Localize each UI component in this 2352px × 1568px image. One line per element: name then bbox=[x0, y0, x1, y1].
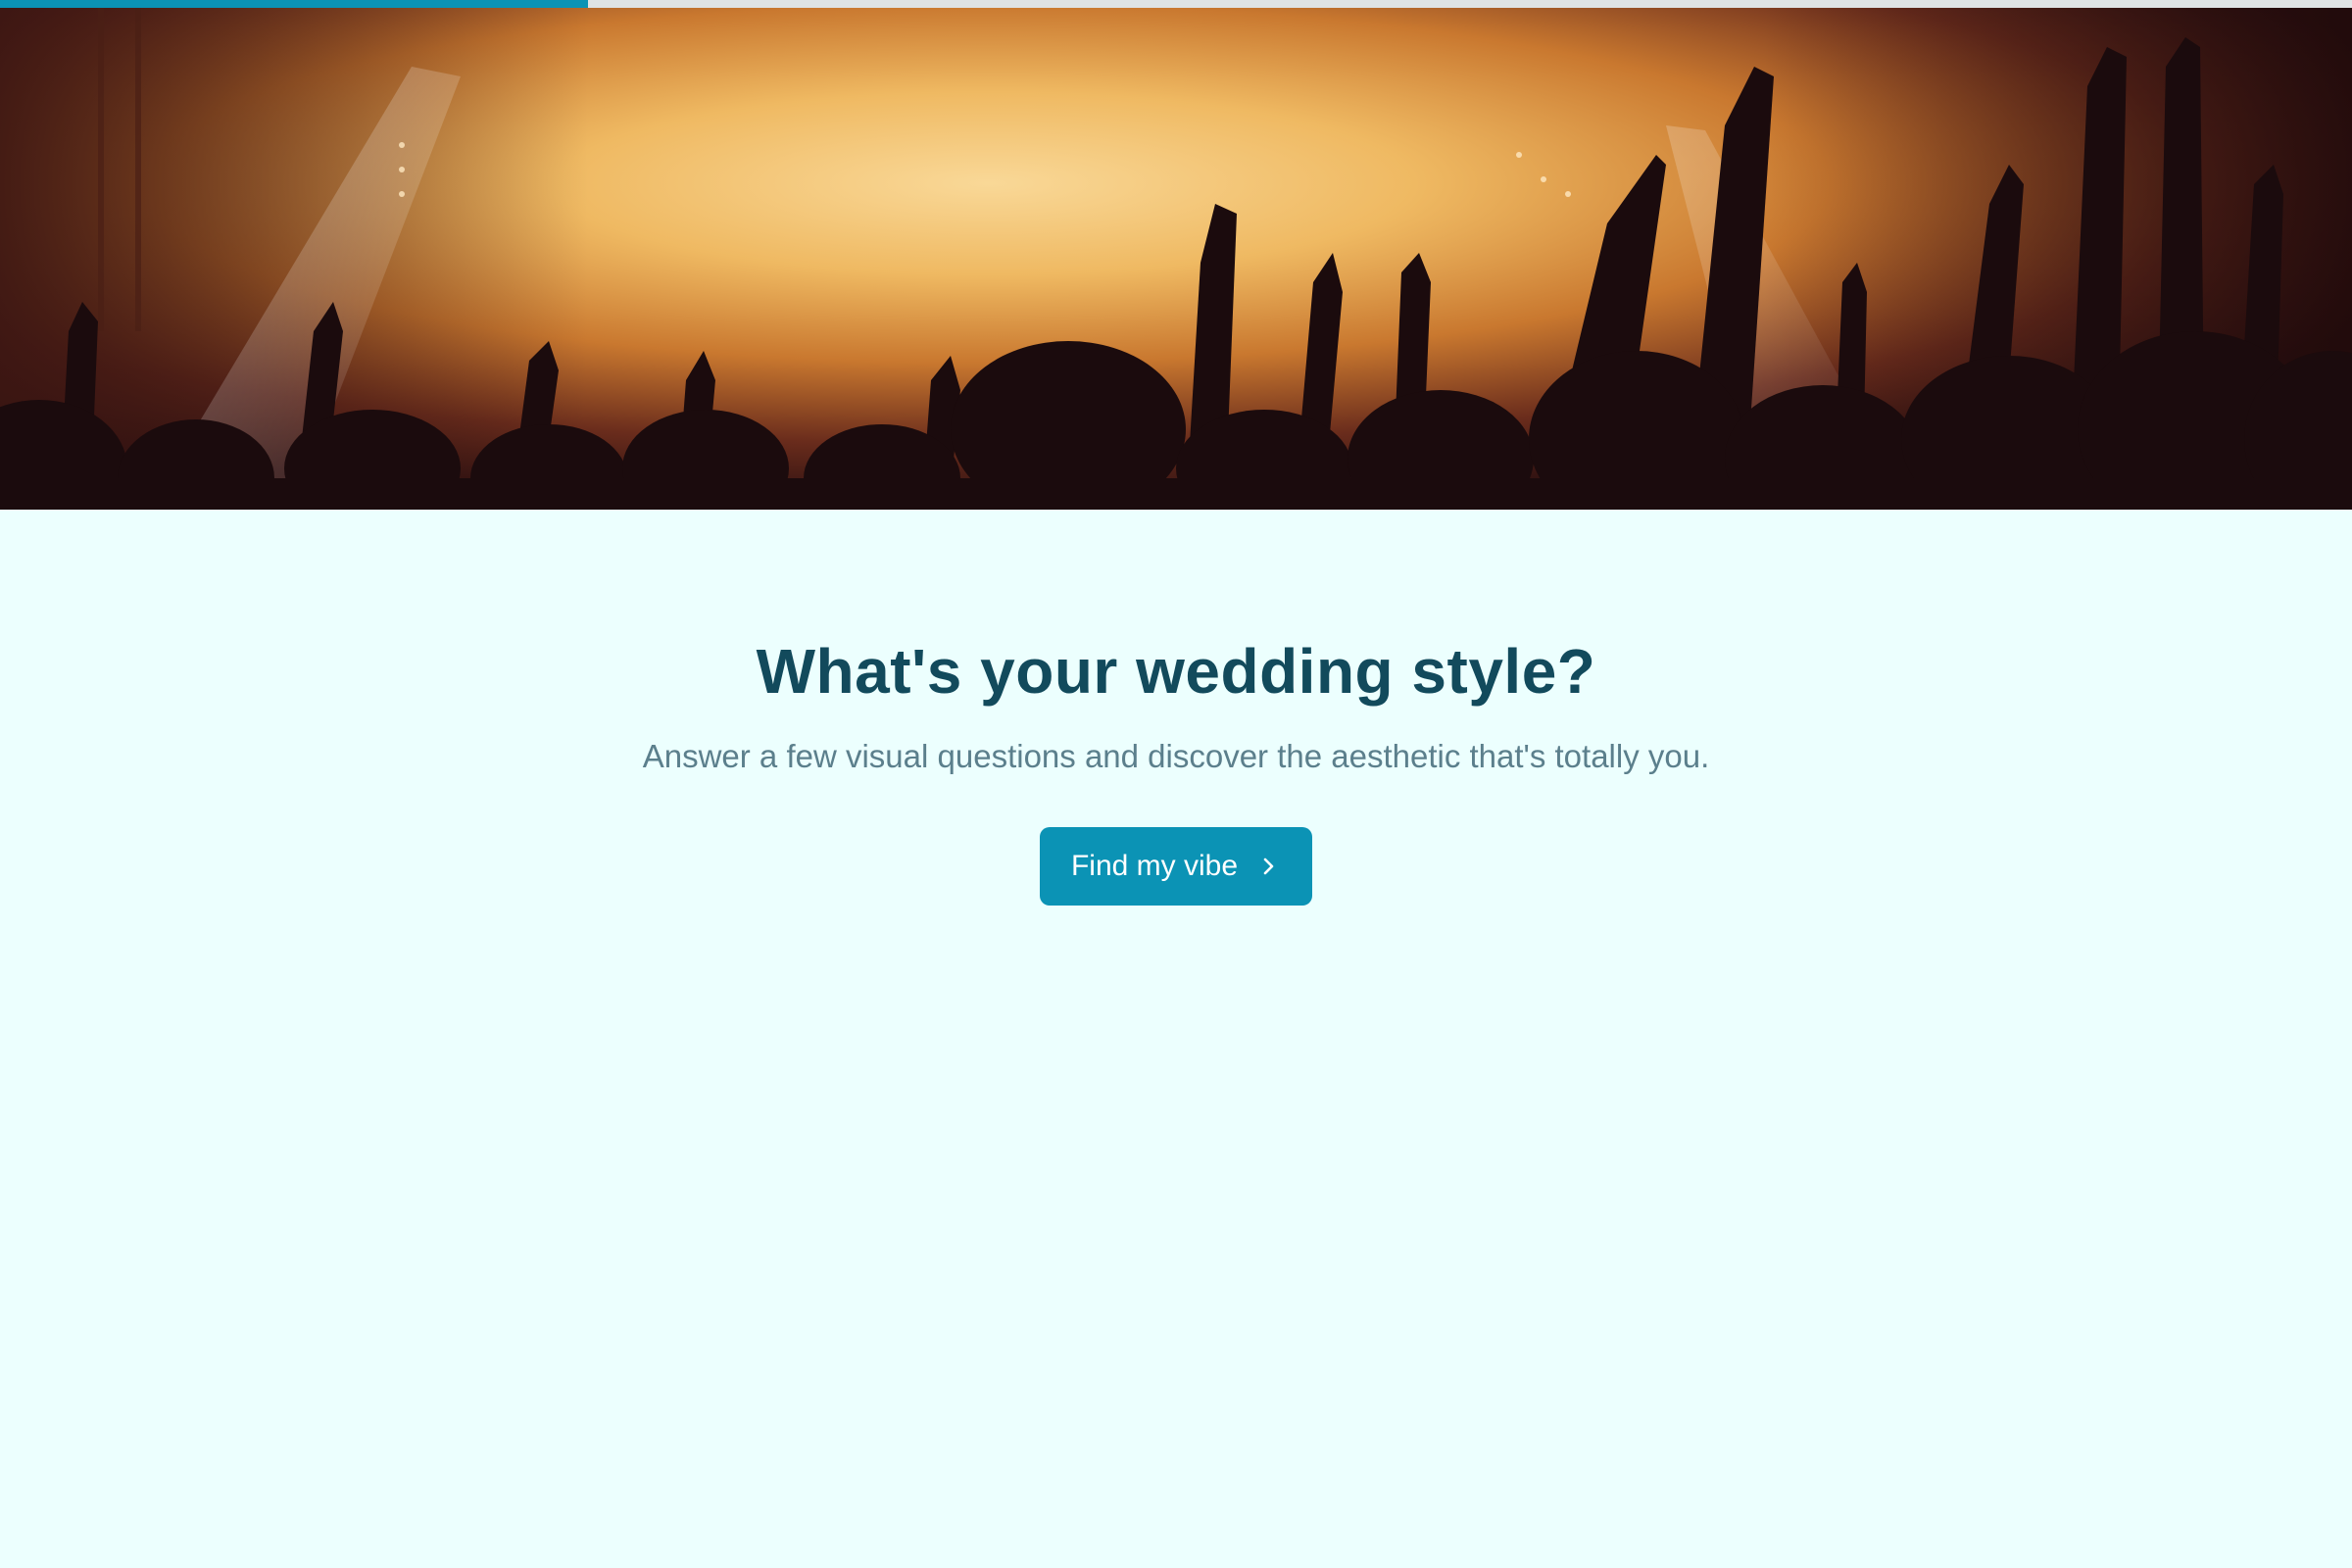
hero-image bbox=[0, 8, 2352, 510]
chevron-right-icon bbox=[1257, 856, 1279, 877]
page-subtitle: Answer a few visual questions and discov… bbox=[642, 738, 1710, 774]
concert-crowd-illustration bbox=[0, 8, 2352, 510]
find-my-vibe-button[interactable]: Find my vibe bbox=[1039, 827, 1313, 906]
page-title: What's your wedding style? bbox=[756, 636, 1596, 707]
quiz-progress-fill bbox=[0, 0, 588, 8]
cta-label: Find my vibe bbox=[1070, 850, 1239, 882]
quiz-progress-bar bbox=[0, 0, 2352, 8]
intro-section: What's your wedding style? Answer a few … bbox=[0, 627, 2352, 906]
